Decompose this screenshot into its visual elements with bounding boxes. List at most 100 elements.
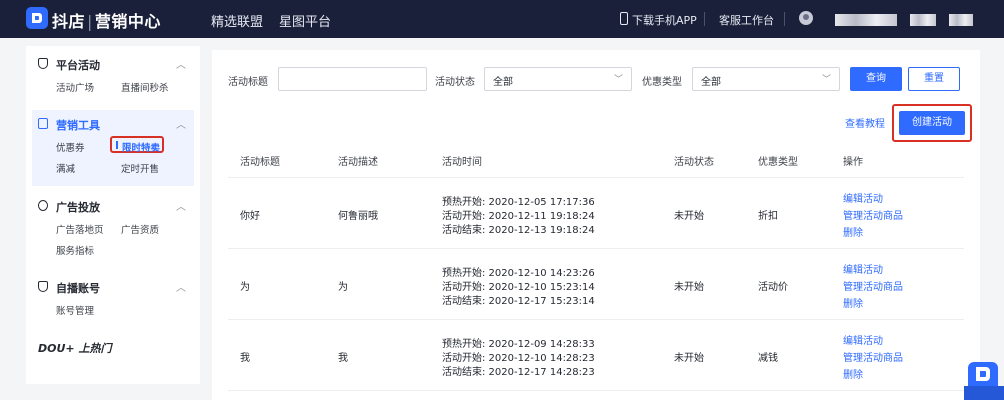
- dou-plus-link[interactable]: DOU+ 上热门: [38, 340, 111, 356]
- sidebar-section-title: 营销工具: [56, 119, 100, 132]
- shield-icon: [38, 58, 48, 69]
- table-divider: [228, 248, 964, 249]
- cell-desc: 我: [338, 353, 348, 364]
- create-activity-button[interactable]: 创建活动: [899, 111, 965, 135]
- sidebar-section-platform-activities[interactable]: 平台活动 ︿: [26, 54, 200, 74]
- search-button[interactable]: 查询: [850, 67, 902, 91]
- customer-service-link[interactable]: 客服工作台: [719, 12, 774, 28]
- sidebar-item-service-metrics[interactable]: 服务指标: [56, 243, 94, 257]
- cell-desc: 为: [338, 282, 348, 293]
- sidebar-item-full-reduction[interactable]: 满减: [56, 161, 75, 175]
- cell-preheat-time: 预热开始: 2020-12-05 17:17:36: [442, 197, 595, 208]
- view-tutorial-link[interactable]: 查看教程: [845, 115, 885, 130]
- sidebar-section-title: 平台活动: [56, 59, 100, 72]
- column-header-discount-type: 优惠类型: [758, 157, 798, 168]
- table-divider: [228, 390, 964, 391]
- cell-status: 未开始: [674, 282, 704, 293]
- phone-icon: [620, 12, 628, 25]
- sidebar-item-activity-square[interactable]: 活动广场: [56, 80, 94, 94]
- column-header-title: 活动标题: [240, 157, 280, 168]
- column-header-actions: 操作: [843, 157, 863, 168]
- shield-icon: [38, 281, 48, 292]
- doudian-logo-icon[interactable]: [26, 7, 48, 29]
- table-divider: [228, 177, 964, 178]
- download-app-link[interactable]: 下载手机APP: [632, 12, 697, 28]
- sidebar-item-limited-time-sale[interactable]: 限时特卖: [122, 140, 160, 154]
- column-header-desc: 活动描述: [338, 157, 378, 168]
- user-avatar-icon[interactable]: [799, 11, 813, 25]
- edit-activity-link[interactable]: 编辑活动: [843, 190, 883, 205]
- sidebar-section-title: 自播账号: [56, 282, 100, 295]
- floating-assistant-tab[interactable]: [964, 386, 1004, 400]
- top-navigation-bar: 抖店 | 营销中心 精选联盟 星图平台 下载手机APP 客服工作台: [0, 0, 1004, 38]
- brand-name: 抖店: [52, 12, 86, 31]
- sidebar-section-title: 广告投放: [56, 201, 100, 214]
- activity-status-select[interactable]: 全部 ﹀: [484, 67, 632, 91]
- chevron-up-icon[interactable]: ︿: [176, 56, 186, 71]
- divider: [784, 12, 785, 26]
- brand-subtitle: 营销中心: [94, 12, 161, 31]
- cell-title: 为: [240, 282, 250, 293]
- chevron-up-icon[interactable]: ︿: [176, 116, 186, 131]
- cell-start-time: 活动开始: 2020-12-10 14:28:23: [442, 353, 595, 364]
- sidebar-section-marketing-tools[interactable]: 营销工具 ︿: [26, 114, 200, 134]
- discount-type-select[interactable]: 全部 ﹀: [692, 67, 840, 91]
- manage-products-link[interactable]: 管理活动商品: [843, 207, 903, 222]
- active-indicator: [116, 141, 118, 149]
- sidebar-item-ad-landing-page[interactable]: 广告落地页: [56, 222, 104, 236]
- reset-button[interactable]: 重置: [908, 67, 960, 91]
- column-header-time: 活动时间: [442, 157, 482, 168]
- main-content: 活动标题 活动状态 全部 ﹀ 优惠类型 全部 ﹀ 查询 重置 查看教程 创建活动…: [212, 50, 980, 400]
- nav-jingxuan-lianmeng[interactable]: 精选联盟: [211, 11, 263, 30]
- delete-link[interactable]: 删除: [843, 366, 863, 381]
- filter-title-label: 活动标题: [228, 77, 268, 88]
- sidebar-item-scheduled-sale[interactable]: 定时开售: [121, 161, 159, 175]
- cell-end-time: 活动结束: 2020-12-17 14:28:23: [442, 367, 595, 378]
- sidebar-item-ad-qualification[interactable]: 广告资质: [121, 222, 159, 236]
- cell-desc: 何鲁丽哦: [338, 211, 378, 222]
- sidebar-section-ads[interactable]: 广告投放 ︿: [26, 196, 200, 216]
- cell-end-time: 活动结束: 2020-12-13 19:18:24: [442, 225, 595, 236]
- delete-link[interactable]: 删除: [843, 224, 863, 239]
- filter-discount-label: 优惠类型: [642, 77, 682, 88]
- highlight-box-create: 创建活动: [892, 104, 972, 142]
- table-divider: [228, 319, 964, 320]
- brand-separator: |: [87, 12, 93, 31]
- column-header-status: 活动状态: [674, 157, 714, 168]
- cell-start-time: 活动开始: 2020-12-10 15:23:14: [442, 282, 595, 293]
- divider: [704, 12, 705, 26]
- select-value: 全部: [701, 77, 721, 88]
- cell-status: 未开始: [674, 353, 704, 364]
- chevron-down-icon: ﹀: [821, 75, 831, 85]
- floating-assistant-icon[interactable]: [968, 362, 998, 388]
- chevron-down-icon: ﹀: [613, 75, 623, 85]
- sidebar-item-coupon[interactable]: 优惠券: [56, 140, 85, 154]
- delete-link[interactable]: 删除: [843, 295, 863, 310]
- edit-activity-link[interactable]: 编辑活动: [843, 332, 883, 347]
- brand-title[interactable]: 抖店 | 营销中心: [52, 8, 161, 32]
- sidebar-item-account-management[interactable]: 账号管理: [56, 303, 94, 317]
- cell-end-time: 活动结束: 2020-12-17 15:23:14: [442, 296, 595, 307]
- sidebar-section-self-broadcast[interactable]: 自播账号 ︿: [26, 277, 200, 297]
- cell-discount-type: 活动价: [758, 282, 788, 293]
- toolbox-icon: [38, 118, 48, 129]
- cell-status: 未开始: [674, 211, 704, 222]
- edit-activity-link[interactable]: 编辑活动: [843, 261, 883, 276]
- activity-title-input[interactable]: [278, 67, 427, 91]
- redacted-shop: [910, 14, 936, 26]
- sidebar: 平台活动 ︿ 活动广场 直播间秒杀 营销工具 ︿ 优惠券 限时特卖 满减 定时开…: [26, 46, 200, 384]
- manage-products-link[interactable]: 管理活动商品: [843, 278, 903, 293]
- cell-discount-type: 减钱: [758, 353, 778, 364]
- cell-preheat-time: 预热开始: 2020-12-09 14:28:33: [442, 339, 595, 350]
- cell-discount-type: 折扣: [758, 211, 778, 222]
- cell-start-time: 活动开始: 2020-12-11 19:18:24: [442, 211, 595, 222]
- target-icon: [38, 200, 48, 211]
- sidebar-item-live-flash-sale[interactable]: 直播间秒杀: [121, 80, 169, 94]
- cell-title: 你好: [240, 211, 260, 222]
- manage-products-link[interactable]: 管理活动商品: [843, 349, 903, 364]
- nav-xingtu-platform[interactable]: 星图平台: [279, 11, 331, 30]
- chevron-up-icon[interactable]: ︿: [176, 279, 186, 294]
- chevron-up-icon[interactable]: ︿: [176, 198, 186, 213]
- cell-preheat-time: 预热开始: 2020-12-10 14:23:26: [442, 268, 595, 279]
- cell-title: 我: [240, 353, 250, 364]
